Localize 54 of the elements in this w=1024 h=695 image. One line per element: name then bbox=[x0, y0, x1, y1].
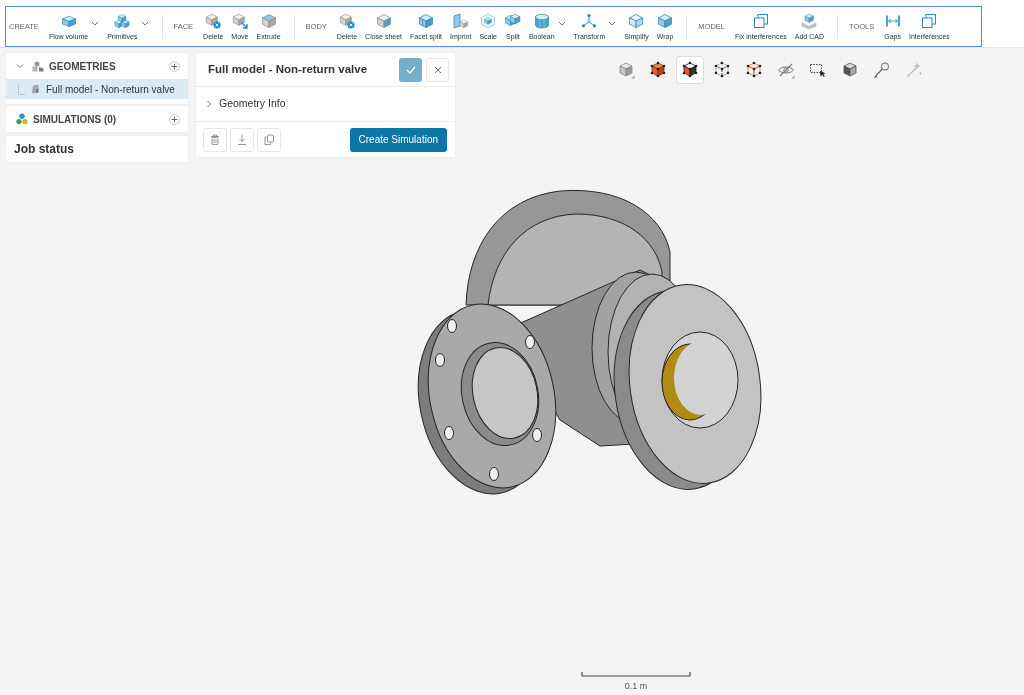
view-tool-button[interactable] bbox=[676, 56, 704, 84]
hexagon-cube-icon bbox=[480, 13, 497, 29]
cube-section-icon bbox=[841, 61, 859, 79]
section-toggle[interactable]: Geometry Info bbox=[196, 87, 455, 122]
cube-icon bbox=[628, 13, 645, 29]
close-icon bbox=[433, 65, 442, 74]
cube-delete-icon bbox=[205, 13, 222, 29]
caret-icon[interactable] bbox=[16, 62, 24, 70]
cube-arrow-icon bbox=[231, 13, 248, 29]
cylinder-icon bbox=[533, 13, 550, 29]
section-title: GEOMETRIES bbox=[49, 59, 116, 74]
split-cube-icon bbox=[504, 13, 521, 29]
scale-label: 0.1 m bbox=[624, 680, 648, 693]
magic-wand-icon bbox=[905, 61, 923, 79]
cube-icon bbox=[260, 13, 277, 29]
cube-delete-icon bbox=[338, 13, 355, 29]
shapes-icon bbox=[32, 60, 44, 72]
tree-line-icon bbox=[18, 83, 25, 95]
delete-button[interactable] bbox=[203, 127, 227, 152]
cube-block-icon bbox=[801, 13, 818, 29]
axes-icon bbox=[581, 13, 598, 29]
close-button[interactable] bbox=[426, 57, 449, 82]
section-title: SIMULATIONS (0) bbox=[33, 112, 117, 127]
copy-icon bbox=[264, 134, 274, 145]
overlapping-squares-icon bbox=[921, 13, 938, 29]
create-simulation-button[interactable]: Create Simulation bbox=[349, 127, 447, 152]
gap-icon bbox=[884, 13, 901, 29]
shaded-cube-icon bbox=[617, 61, 635, 79]
eye-slash-icon bbox=[777, 61, 795, 79]
box-icon bbox=[60, 13, 77, 29]
job-status-title: Job status bbox=[14, 141, 74, 158]
scale-bar-icon bbox=[581, 672, 691, 677]
tree-item[interactable]: Full model - Non-return valve bbox=[6, 79, 188, 99]
panel-title: Full model - Non-return valve bbox=[208, 61, 368, 77]
part-icon bbox=[31, 84, 40, 94]
copy-button[interactable] bbox=[257, 127, 281, 152]
add-icon[interactable] bbox=[169, 113, 180, 125]
cube-vertices-icon bbox=[681, 61, 699, 79]
dotted-cube-icon bbox=[713, 61, 731, 79]
cube-icon bbox=[657, 13, 674, 29]
trash-icon bbox=[210, 134, 220, 145]
add-icon[interactable] bbox=[169, 60, 180, 72]
cube-icon bbox=[375, 13, 392, 29]
cube-icon bbox=[418, 13, 434, 29]
circles-cluster-icon bbox=[16, 113, 28, 125]
overlapping-squares-icon bbox=[752, 13, 769, 29]
download-icon bbox=[237, 134, 247, 145]
magnifier-icon bbox=[873, 61, 891, 79]
solid-cube-icon bbox=[649, 61, 667, 79]
wireframe-cube-icon bbox=[745, 61, 763, 79]
stacked-cubes-icon bbox=[114, 13, 131, 29]
box-select-icon bbox=[809, 61, 827, 79]
check-icon bbox=[405, 65, 416, 74]
plane-cube-icon bbox=[452, 13, 469, 29]
